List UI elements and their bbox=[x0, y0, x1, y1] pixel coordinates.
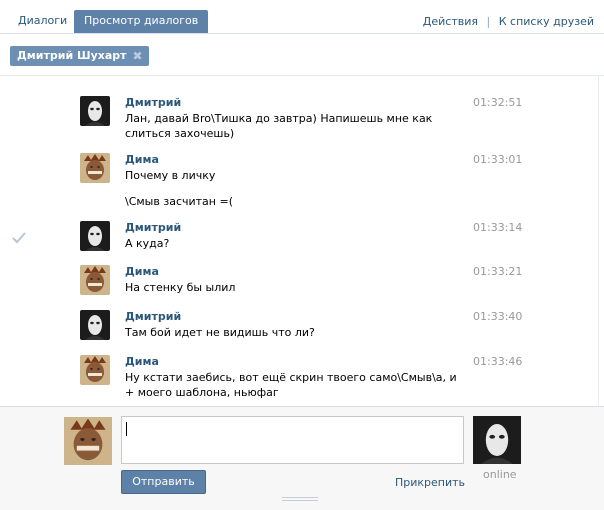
message-text: Ну кстати заебись, вот ещё скрин твоего … bbox=[125, 371, 457, 399]
crowned-face-avatar[interactable] bbox=[80, 265, 110, 295]
recipient-chip[interactable]: Дмитрий Шухарт ✖ bbox=[10, 46, 149, 66]
white-mask-avatar[interactable] bbox=[80, 96, 110, 126]
message-text: На стенку бы ылил bbox=[125, 281, 236, 294]
crowned-face-avatar[interactable] bbox=[80, 153, 110, 183]
message-composer: online Отправить Прикрепить bbox=[0, 406, 604, 510]
message-author[interactable]: Дима bbox=[125, 265, 159, 278]
message-text: Там бой идет не видишь что ли? bbox=[125, 326, 315, 339]
message-text: \Смыв засчитан =( bbox=[125, 195, 233, 208]
white-mask-avatar[interactable] bbox=[473, 416, 521, 464]
crowned-face-avatar[interactable] bbox=[80, 355, 110, 385]
message-time: 01:33:01 bbox=[473, 153, 523, 166]
message-time: 01:33:14 bbox=[473, 221, 523, 234]
message-time: 01:33:21 bbox=[473, 265, 523, 278]
read-check-icon bbox=[12, 232, 26, 244]
message-author[interactable]: Дмитрий bbox=[125, 310, 181, 323]
send-button[interactable]: Отправить bbox=[121, 470, 206, 494]
top-actions: Действия | К списку друзей bbox=[423, 15, 594, 28]
message-author[interactable]: Дмитрий bbox=[125, 221, 181, 234]
top-tab-bar: Диалоги Просмотр диалогов Действия | К с… bbox=[0, 0, 604, 34]
recipient-name: Дмитрий Шухарт bbox=[17, 49, 127, 62]
resize-handle[interactable] bbox=[282, 497, 318, 503]
actions-link[interactable]: Действия bbox=[423, 15, 478, 28]
online-status: online bbox=[483, 468, 517, 481]
message-input[interactable] bbox=[121, 416, 464, 464]
message-author[interactable]: Дима bbox=[125, 153, 159, 166]
message-author[interactable]: Дмитрий bbox=[125, 96, 181, 109]
actions-separator: | bbox=[486, 15, 491, 28]
attach-link[interactable]: Прикрепить bbox=[395, 476, 465, 489]
white-mask-avatar[interactable] bbox=[80, 221, 110, 251]
crowned-face-avatar[interactable] bbox=[64, 417, 112, 465]
tab-view-dialogs[interactable]: Просмотр диалогов bbox=[74, 10, 209, 33]
close-icon[interactable]: ✖ bbox=[132, 46, 142, 66]
message-time: 01:33:40 bbox=[473, 310, 523, 323]
white-mask-avatar[interactable] bbox=[80, 310, 110, 340]
back-to-friends-link[interactable]: К списку друзей bbox=[499, 15, 594, 28]
recipient-row: Дмитрий Шухарт ✖ bbox=[0, 35, 604, 76]
text-caret bbox=[126, 422, 127, 436]
message-text: А куда? bbox=[125, 237, 170, 250]
message-text: Почему в личку bbox=[125, 169, 216, 182]
message-time: 01:32:51 bbox=[473, 96, 523, 109]
scrollbar-track[interactable] bbox=[598, 76, 599, 406]
message-text: Лан, давай Bro\Тишка до завтра) Напишешь… bbox=[125, 112, 433, 140]
message-author[interactable]: Дима bbox=[125, 355, 159, 368]
tab-dialogs[interactable]: Диалоги bbox=[8, 10, 77, 33]
message-time: 01:33:46 bbox=[473, 355, 523, 368]
